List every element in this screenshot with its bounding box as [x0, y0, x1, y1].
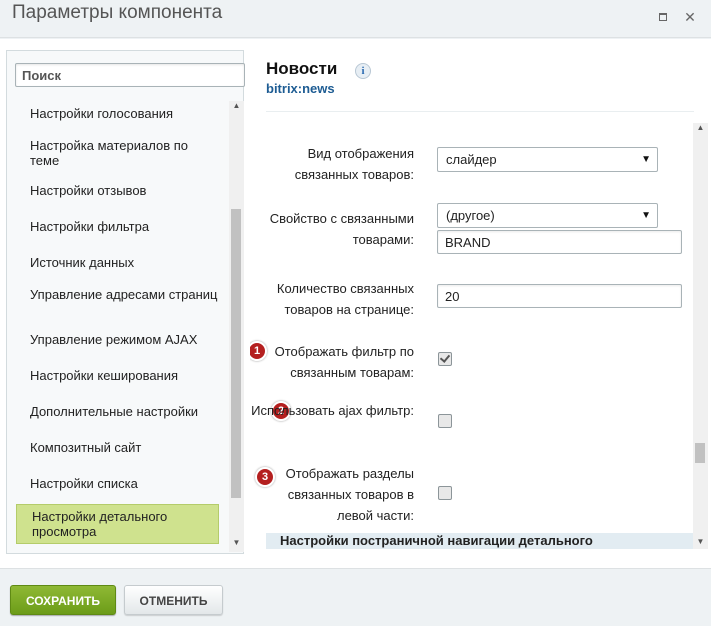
scroll-up-icon[interactable]: ▲ — [693, 123, 708, 133]
scroll-up-icon[interactable]: ▲ — [229, 101, 244, 111]
sidebar-item-composite[interactable]: Композитный сайт — [15, 440, 218, 455]
dialog-titlebar: Параметры компонента ✕ — [0, 0, 711, 38]
save-button[interactable]: СОХРАНИТЬ — [10, 585, 116, 615]
maximize-icon[interactable] — [655, 9, 671, 25]
ajax-filter-checkbox[interactable] — [438, 414, 452, 428]
prop-linked-select[interactable]: (другое) ▼ — [437, 203, 658, 228]
sidebar-item-ajax-mode[interactable]: Управление режимом AJAX — [15, 332, 218, 347]
prop-linked-input[interactable] — [437, 230, 682, 254]
sidebar-item-filter[interactable]: Настройки фильтра — [15, 219, 218, 234]
sidebar-item-reviews[interactable]: Настройки отзывов — [15, 183, 218, 198]
section-header-pagination: Настройки постраничной навигации детальн… — [266, 533, 694, 549]
scroll-down-icon[interactable]: ▼ — [693, 537, 708, 547]
cancel-button[interactable]: ОТМЕНИТЬ — [124, 585, 223, 615]
show-sections-checkbox[interactable] — [438, 486, 452, 500]
component-code: bitrix:news — [266, 81, 335, 96]
scroll-down-icon[interactable]: ▼ — [229, 538, 244, 548]
prop-linked-label: Свойство с связанными товарами: — [269, 211, 414, 247]
sidebar-list: Настройки голосования Настройка материал… — [7, 101, 229, 549]
view-mode-select[interactable]: слайдер ▼ — [437, 147, 658, 172]
show-filter-checkbox[interactable] — [438, 352, 452, 366]
params-scroll-thumb[interactable] — [695, 443, 705, 463]
show-sections-label: Отображать разделы связанных товаров в л… — [285, 466, 414, 523]
sidebar-item-caching[interactable]: Настройки кеширования — [15, 368, 218, 383]
sidebar-item-voting[interactable]: Настройки голосования — [15, 106, 218, 121]
sidebar-item-data-source[interactable]: Источник данных — [15, 255, 218, 270]
dialog-content: Настройки голосования Настройка материал… — [0, 39, 711, 568]
count-input[interactable] — [437, 284, 682, 308]
sidebar-item-detail-view[interactable]: Настройки детального просмотра — [16, 504, 219, 544]
sidebar-item-related-materials[interactable]: Настройка материалов по теме — [15, 138, 218, 168]
sidebar: Настройки голосования Настройка материал… — [6, 50, 245, 554]
dialog-title: Параметры компонента — [12, 2, 223, 23]
ajax-filter-label: Использовать ajax фильтр: — [251, 403, 414, 418]
dialog-footer: СОХРАНИТЬ ОТМЕНИТЬ — [0, 568, 711, 626]
params-panel: Вид отображения связанных товаров: слайд… — [250, 123, 694, 549]
prop-linked-select-value: (другое) — [446, 208, 495, 223]
divider — [266, 111, 694, 112]
component-title: Новости — [266, 59, 338, 78]
view-mode-label: Вид отображения связанных товаров: — [294, 146, 414, 182]
sidebar-item-list[interactable]: Настройки списка — [15, 476, 218, 491]
search-input[interactable] — [15, 63, 245, 87]
checkmark-icon — [439, 352, 451, 363]
params-scrollbar[interactable]: ▲ ▼ — [693, 123, 708, 549]
sidebar-scroll-thumb[interactable] — [231, 209, 241, 498]
sidebar-item-additional[interactable]: Дополнительные настройки — [15, 404, 218, 419]
count-label: Количество связанных товаров на странице… — [276, 281, 414, 317]
chevron-down-icon: ▼ — [641, 210, 651, 221]
view-mode-value: слайдер — [446, 152, 497, 167]
info-icon[interactable]: i — [355, 63, 371, 79]
sidebar-scrollbar[interactable]: ▲ ▼ — [229, 101, 244, 552]
close-icon[interactable]: ✕ — [682, 9, 698, 25]
chevron-down-icon: ▼ — [641, 154, 651, 165]
show-filter-label: Отображать фильтр по связанным товарам: — [274, 344, 414, 380]
sidebar-item-page-addresses[interactable]: Управление адресами страниц — [15, 287, 218, 302]
